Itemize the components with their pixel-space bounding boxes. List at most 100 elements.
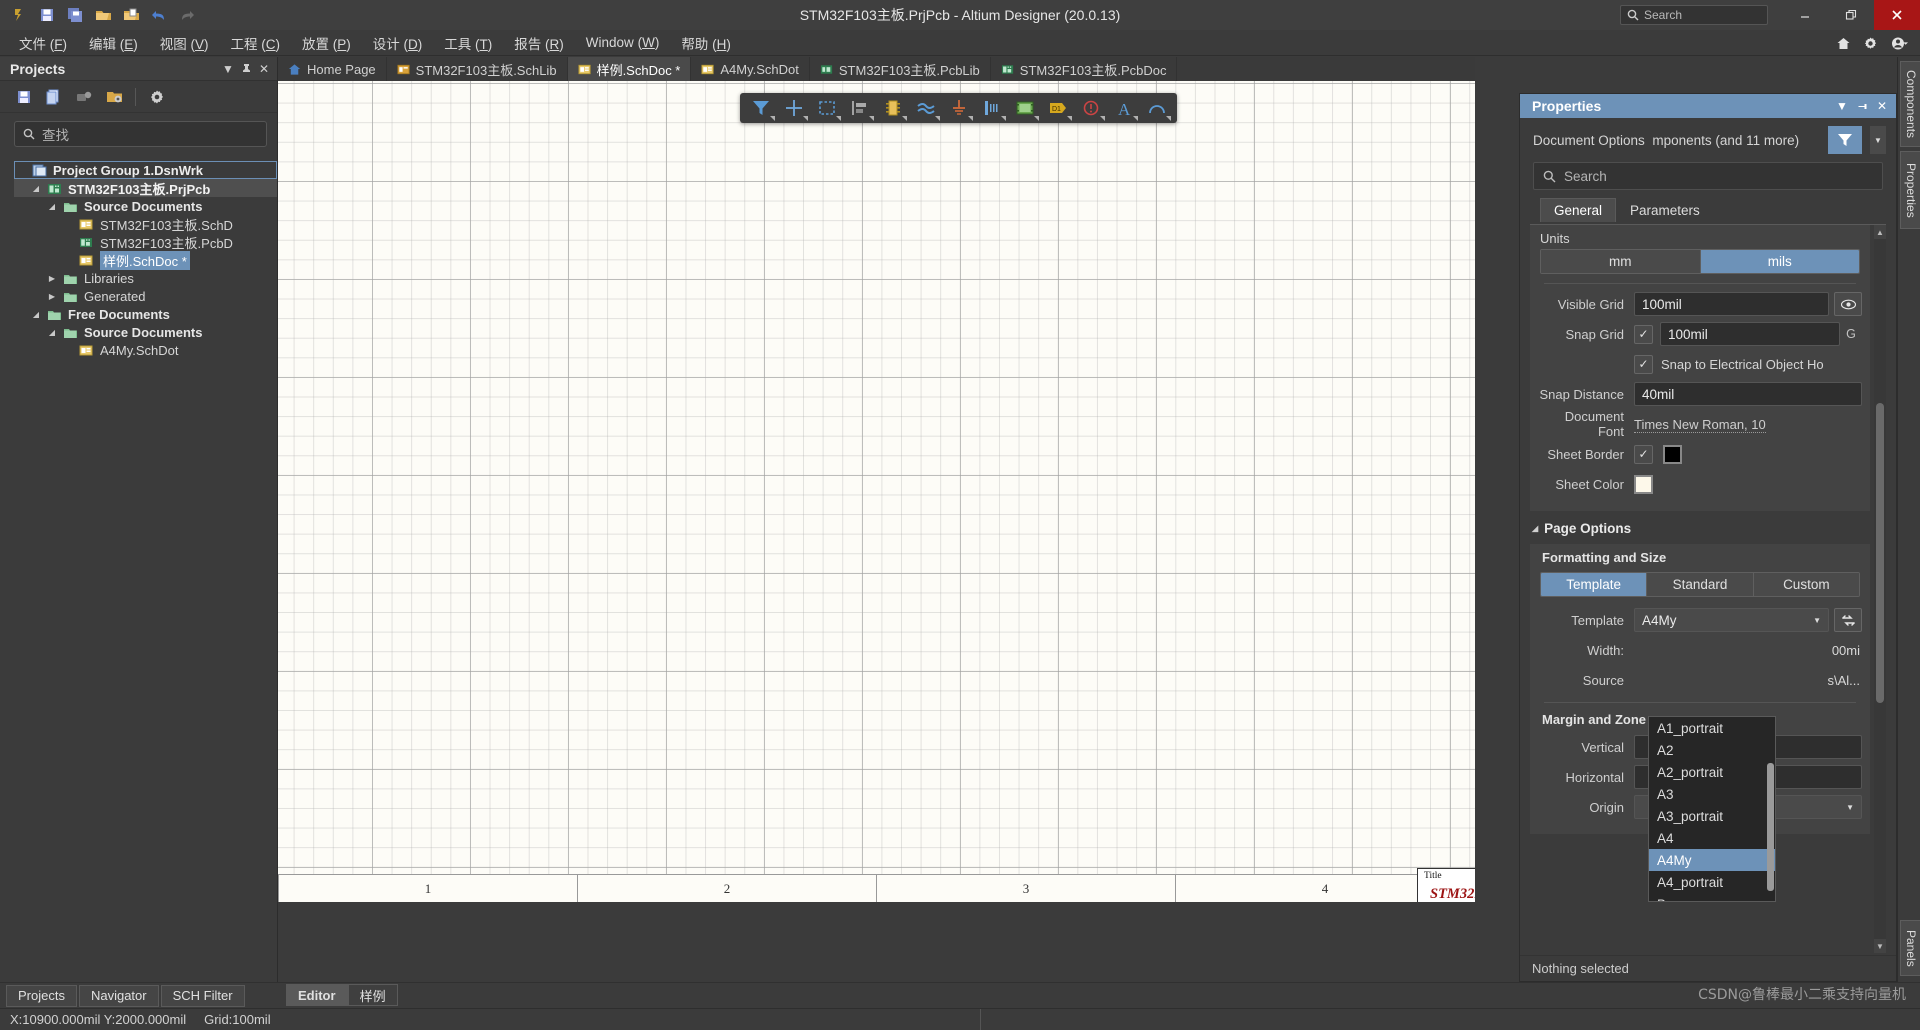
collapse-arrow-icon[interactable]: ◢ <box>46 202 58 211</box>
tree-item[interactable]: ▶ Libraries <box>14 269 277 287</box>
panel-button-navigator[interactable]: Navigator <box>78 984 159 1007</box>
account-icon[interactable] <box>1890 36 1912 51</box>
global-search-box[interactable]: Search <box>1620 5 1768 25</box>
menu-edit[interactable]: 编辑 (E) <box>78 30 149 56</box>
tree-item[interactable]: 样例.SchDoc * <box>14 250 277 270</box>
snap-distance-input[interactable]: 40mil <box>1634 382 1862 406</box>
document-tab[interactable]: 样例.SchDoc * <box>567 57 692 81</box>
pin-icon[interactable] <box>1852 95 1872 117</box>
editor-tab-sample[interactable]: 样例 <box>347 984 398 1006</box>
document-tab[interactable]: STM32F103主板.PcbLib <box>810 57 991 81</box>
dropdown-option[interactable]: A4 <box>1649 827 1775 849</box>
menu-reports[interactable]: 报告 (R) <box>503 30 575 56</box>
no-erc-icon[interactable] <box>1074 94 1107 122</box>
properties-scrollbar[interactable]: ▲ ▼ <box>1874 225 1886 953</box>
snap-grid-checkbox[interactable]: ✓ <box>1634 324 1653 344</box>
chevron-down-icon[interactable]: ▼ <box>219 59 237 79</box>
dropdown-option[interactable]: A4_portrait <box>1649 871 1775 893</box>
menu-view[interactable]: 视图 (V) <box>149 30 220 56</box>
project-options-icon[interactable] <box>102 85 126 109</box>
visible-grid-input[interactable]: 100mil <box>1634 292 1829 316</box>
snap-grid-input[interactable]: 100mil <box>1660 322 1840 346</box>
dock-tab-components[interactable]: Components <box>1900 61 1920 147</box>
filter-button[interactable] <box>1828 126 1862 154</box>
projects-search-input[interactable]: 查找 <box>14 121 267 147</box>
port-icon[interactable] <box>975 94 1008 122</box>
net-label-icon[interactable]: D1 <box>1041 94 1074 122</box>
align-icon[interactable] <box>843 94 876 122</box>
dropdown-scrollbar-thumb[interactable] <box>1767 763 1774 891</box>
page-mode-custom[interactable]: Custom <box>1753 573 1859 596</box>
save-icon[interactable] <box>12 85 36 109</box>
close-button[interactable] <box>1874 0 1920 30</box>
menu-tools[interactable]: 工具 (T) <box>433 30 503 56</box>
menu-help[interactable]: 帮助 (H) <box>670 30 742 56</box>
document-tab[interactable]: STM32F103主板.SchLib <box>387 57 568 81</box>
menu-project[interactable]: 工程 (C) <box>220 30 292 56</box>
document-font-value[interactable]: Times New Roman, 10 <box>1634 416 1766 433</box>
document-tab[interactable]: Home Page <box>278 57 387 81</box>
gear-icon[interactable] <box>1863 36 1878 51</box>
altium-logo-icon[interactable] <box>6 3 32 27</box>
template-select[interactable]: A4My ▼ <box>1634 608 1829 632</box>
save-all-icon[interactable] <box>62 3 88 27</box>
tree-item[interactable]: ▶ Generated <box>14 287 277 305</box>
editor-tab-editor[interactable]: Editor <box>286 984 348 1006</box>
gear-icon[interactable] <box>145 85 169 109</box>
select-area-icon[interactable] <box>810 94 843 122</box>
units-option-mils[interactable]: mils <box>1700 250 1859 273</box>
dock-tab-panels[interactable]: Panels <box>1900 920 1920 976</box>
panel-button-projects[interactable]: Projects <box>6 984 77 1007</box>
document-tab[interactable]: A4My.SchDot <box>691 57 810 81</box>
close-icon[interactable]: ✕ <box>1872 95 1892 117</box>
schematic-canvas[interactable]: D1 A Title STM32 1 2 3 4 <box>278 81 1475 902</box>
dropdown-option[interactable]: A3_portrait <box>1649 805 1775 827</box>
ground-icon[interactable] <box>942 94 975 122</box>
dropdown-option[interactable]: A4My <box>1649 849 1775 871</box>
page-mode-standard[interactable]: Standard <box>1647 573 1754 596</box>
scroll-down-arrow-icon[interactable]: ▼ <box>1874 939 1886 953</box>
tree-item[interactable]: ◢ Source Documents <box>14 323 277 341</box>
tree-item[interactable]: ◢ Free Documents <box>14 305 277 323</box>
pin-icon[interactable] <box>237 59 255 79</box>
text-icon[interactable]: A <box>1107 94 1140 122</box>
dropdown-option[interactable]: A2_portrait <box>1649 761 1775 783</box>
dropdown-option[interactable]: B <box>1649 893 1775 902</box>
tree-item[interactable]: STM32F103主板.PcbD <box>14 233 277 251</box>
expand-arrow-icon[interactable]: ▶ <box>46 274 58 283</box>
scroll-up-arrow-icon[interactable]: ▲ <box>1874 225 1886 239</box>
menu-window[interactable]: Window (W) <box>575 32 671 53</box>
collapse-arrow-icon[interactable]: ◢ <box>30 310 42 319</box>
menu-place[interactable]: 放置 (P) <box>291 30 362 56</box>
minimize-button[interactable] <box>1782 0 1828 30</box>
dropdown-option[interactable]: A3 <box>1649 783 1775 805</box>
refresh-icon[interactable] <box>1834 608 1862 632</box>
crosshair-icon[interactable] <box>777 94 810 122</box>
collapse-arrow-icon[interactable]: ◢ <box>46 328 58 337</box>
restore-button[interactable] <box>1828 0 1874 30</box>
dropdown-option[interactable]: A1_portrait <box>1649 717 1775 739</box>
filter-dropdown-button[interactable]: ▼ <box>1870 126 1886 154</box>
home-icon[interactable] <box>1836 36 1851 51</box>
compile-icon[interactable] <box>72 85 96 109</box>
tree-item[interactable]: ◢ Source Documents <box>14 197 277 215</box>
tree-item[interactable]: ◢ STM32F103主板.PrjPcb <box>14 179 277 197</box>
filter-icon[interactable] <box>744 94 777 122</box>
sheet-symbol-icon[interactable] <box>1008 94 1041 122</box>
menu-file[interactable]: 文件 (F) <box>8 30 78 56</box>
tree-item[interactable]: A4My.SchDot <box>14 341 277 359</box>
page-mode-template[interactable]: Template <box>1541 573 1648 596</box>
save-icon[interactable] <box>34 3 60 27</box>
snap-electrical-checkbox[interactable]: ✓ <box>1634 354 1653 374</box>
collapse-arrow-icon[interactable]: ◢ <box>30 184 42 193</box>
units-option-mm[interactable]: mm <box>1541 250 1701 273</box>
open-icon[interactable] <box>90 3 116 27</box>
tree-item[interactable]: Project Group 1.DsnWrk <box>14 161 277 179</box>
expand-arrow-icon[interactable]: ▶ <box>46 292 58 301</box>
panel-button-sch-filter[interactable]: SCH Filter <box>160 984 245 1007</box>
dock-tab-properties[interactable]: Properties <box>1900 151 1920 229</box>
sheet-border-color-swatch[interactable] <box>1663 444 1682 464</box>
open-icon[interactable] <box>42 85 66 109</box>
scrollbar-thumb[interactable] <box>1876 403 1884 703</box>
redo-icon[interactable] <box>174 3 200 27</box>
